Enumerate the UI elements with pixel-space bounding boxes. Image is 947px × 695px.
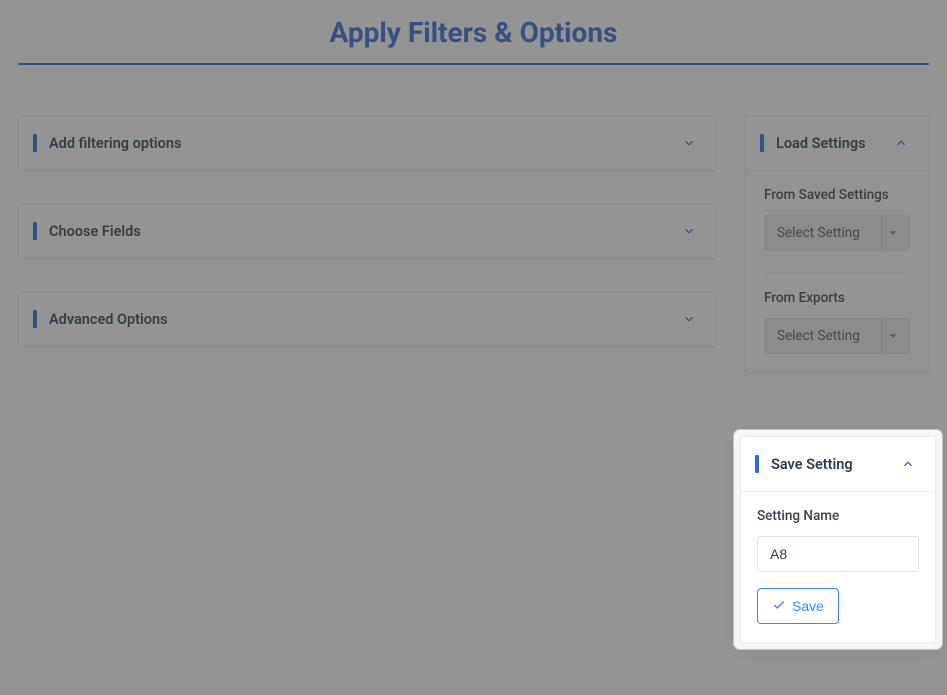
panel-title: Choose Fields [49, 223, 141, 240]
save-button-label: Save [792, 598, 824, 614]
check-icon [772, 598, 786, 615]
panel-choose-fields: Choose Fields [18, 203, 717, 259]
select-value: Select Setting [777, 225, 860, 241]
input-setting-name[interactable] [757, 536, 919, 572]
label-from-exports: From Exports [764, 290, 910, 306]
panel-header-advanced-options[interactable]: Advanced Options [19, 292, 716, 346]
title-divider [18, 63, 929, 65]
accent-bar [33, 134, 37, 152]
caret-down-icon [881, 319, 903, 353]
select-from-exports[interactable]: Select Setting [764, 318, 910, 354]
caret-down-icon [881, 216, 903, 250]
panel-title: Load Settings [776, 135, 866, 152]
panel-title: Save Setting [771, 456, 853, 473]
accent-bar [760, 134, 764, 152]
page-title: Apply Filters & Options [18, 0, 929, 63]
chevron-up-icon [899, 455, 917, 473]
panel-header-load-settings[interactable]: Load Settings [746, 116, 928, 170]
panel-header-add-filtering-options[interactable]: Add filtering options [19, 116, 716, 170]
panel-header-choose-fields[interactable]: Choose Fields [19, 204, 716, 258]
chevron-up-icon [892, 134, 910, 152]
save-button[interactable]: Save [757, 588, 839, 624]
panel-title: Add filtering options [49, 135, 181, 152]
select-value: Select Setting [777, 328, 860, 344]
label-setting-name: Setting Name [757, 508, 919, 524]
panel-title: Advanced Options [49, 311, 168, 328]
chevron-down-icon [680, 310, 698, 328]
chevron-down-icon [680, 222, 698, 240]
accent-bar [33, 310, 37, 328]
panel-add-filtering-options: Add filtering options [18, 115, 717, 171]
panel-header-save-setting[interactable]: Save Setting [741, 437, 935, 491]
label-from-saved-settings: From Saved Settings [764, 187, 910, 203]
panel-advanced-options: Advanced Options [18, 291, 717, 347]
accent-bar [755, 455, 759, 473]
select-from-saved-settings[interactable]: Select Setting [764, 215, 910, 251]
panel-save-setting: Save Setting Setting Name Save [740, 436, 936, 643]
panel-load-settings: Load Settings From Saved Settings Select… [745, 115, 929, 373]
chevron-down-icon [680, 134, 698, 152]
accent-bar [33, 222, 37, 240]
